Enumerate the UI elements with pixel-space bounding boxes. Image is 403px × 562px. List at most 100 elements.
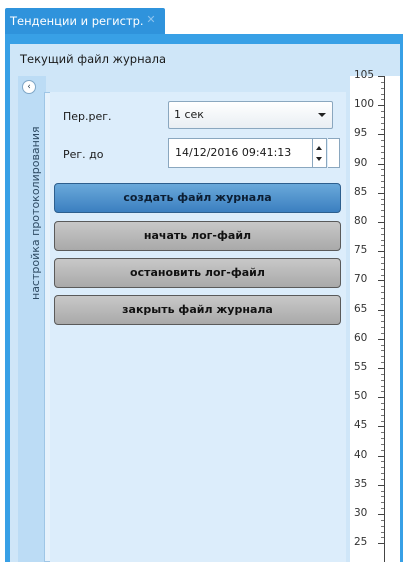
tab-trends-logging[interactable]: Тенденции и регистр. ✕ [5,8,165,34]
y-axis-minor-tick [381,490,384,492]
y-axis-minor-tick [381,502,384,504]
y-axis-major-tick [378,163,384,165]
until-value: 14/12/2016 09:41:13 [175,146,292,159]
y-axis-minor-tick [381,414,384,416]
y-axis-tick-label: 90 [354,156,368,169]
y-axis-minor-tick [381,157,384,159]
y-axis-minor-tick [381,432,384,434]
y-axis-tick-label: 80 [354,215,368,227]
y-axis-minor-tick [381,391,384,393]
y-axis-minor-tick [381,262,384,264]
y-axis-major-tick [378,426,384,428]
y-axis-tick-label: 95 [354,127,368,140]
y-axis-minor-tick [381,169,384,171]
y-axis-tick-label: 60 [354,331,368,344]
y-axis-minor-tick [381,239,384,241]
close-log-file-button[interactable]: закрыть файл журнала [54,295,341,325]
tab-bar: Тенденции и регистр. ✕ [0,0,403,34]
y-axis-minor-tick [381,332,384,334]
y-axis-minor-tick [381,204,384,206]
period-value: 1 сек [174,108,204,121]
side-panel-label-text: настройка протоколирования [29,126,42,300]
spin-down-icon[interactable] [316,157,322,161]
until-datetime-input[interactable]: 14/12/2016 09:41:13 [168,138,313,168]
start-log-file-button[interactable]: начать лог-файл [54,221,341,251]
y-axis-minor-tick [381,467,384,469]
y-axis-major-tick [378,514,384,515]
y-axis-tick-label: 45 [354,419,368,432]
y-axis-major-tick [378,484,384,486]
y-axis-tick-label: 105 [354,69,375,81]
y-axis-major-tick [378,543,384,545]
y-axis-tick-label: 100 [354,98,375,111]
y-axis-minor-tick [381,151,384,153]
y-axis-minor-tick [381,292,384,294]
y-axis-major-tick [378,222,384,223]
y-axis-minor-tick [381,140,384,142]
y-axis-minor-tick [381,274,384,276]
y-axis-minor-tick [381,87,384,89]
y-axis-minor-tick [381,297,384,299]
chevron-left-icon[interactable]: ‹ [22,80,36,94]
y-axis-minor-tick [381,508,384,510]
y-axis-minor-tick [381,321,384,323]
y-axis-minor-tick [381,443,384,445]
y-axis-minor-tick [381,198,384,200]
y-axis-tick-label: 55 [354,361,368,373]
datetime-dropdown-button[interactable] [328,138,340,168]
y-axis-minor-tick [381,385,384,387]
chevron-down-icon [318,113,326,117]
datetime-spinner[interactable] [313,138,327,168]
y-axis-minor-tick [381,461,384,463]
y-axis-minor-tick [381,116,384,118]
y-axis-tick-label: 35 [354,477,368,490]
y-axis-minor-tick [381,216,384,218]
side-panel-label[interactable]: настройка протоколирования [29,100,43,300]
y-axis-line [384,76,385,562]
y-axis-minor-tick [381,175,384,177]
y-axis-minor-tick [381,99,384,101]
create-log-file-button[interactable]: создать файл журнала [54,183,341,213]
y-axis-minor-tick [381,245,384,247]
y-axis-tick-label: 65 [354,302,368,315]
y-axis-minor-tick [381,315,384,317]
close-icon[interactable]: ✕ [145,14,157,26]
stop-log-file-button[interactable]: остановить лог-файл [54,258,341,288]
y-axis-tick-label: 25 [354,536,368,549]
y-axis-minor-tick [381,373,384,375]
y-axis-tick-label: 70 [354,273,368,286]
y-axis-major-tick [378,134,384,136]
y-axis-minor-tick [381,531,384,533]
y-axis-minor-tick [381,344,384,346]
y-axis-minor-tick [381,210,384,212]
y-axis-minor-tick [381,286,384,288]
spin-up-icon[interactable] [316,146,322,150]
y-axis-minor-tick [381,111,384,113]
current-log-file-title: Текущий файл журнала [20,52,167,66]
y-axis-minor-tick [381,496,384,498]
y-axis-minor-tick [381,537,384,539]
y-axis-minor-tick [381,362,384,364]
y-axis-minor-tick [381,473,384,475]
y-axis-minor-tick [381,420,384,422]
y-axis-major-tick [378,397,384,399]
y-axis-minor-tick [381,408,384,410]
y-axis-tick-label: 85 [354,185,368,198]
y-axis-minor-tick [381,93,384,95]
y-axis-minor-tick [381,525,384,527]
y-axis-minor-tick [381,356,384,358]
y-axis-minor-tick [381,303,384,305]
period-dropdown[interactable]: 1 сек [168,101,333,129]
y-axis-minor-tick [381,186,384,188]
period-label: Пер.рег. [63,110,112,123]
y-axis-minor-tick [381,478,384,480]
y-axis-major-tick [378,105,384,107]
y-axis-minor-tick [381,81,384,83]
y-axis-minor-tick [381,146,384,148]
y-axis-tick-label: 75 [354,244,368,257]
y-axis-minor-tick [381,227,384,229]
until-label: Рег. до [63,148,104,161]
y-axis-minor-tick [381,122,384,124]
y-axis-minor-tick [381,268,384,270]
y-axis-major-tick [378,192,384,194]
